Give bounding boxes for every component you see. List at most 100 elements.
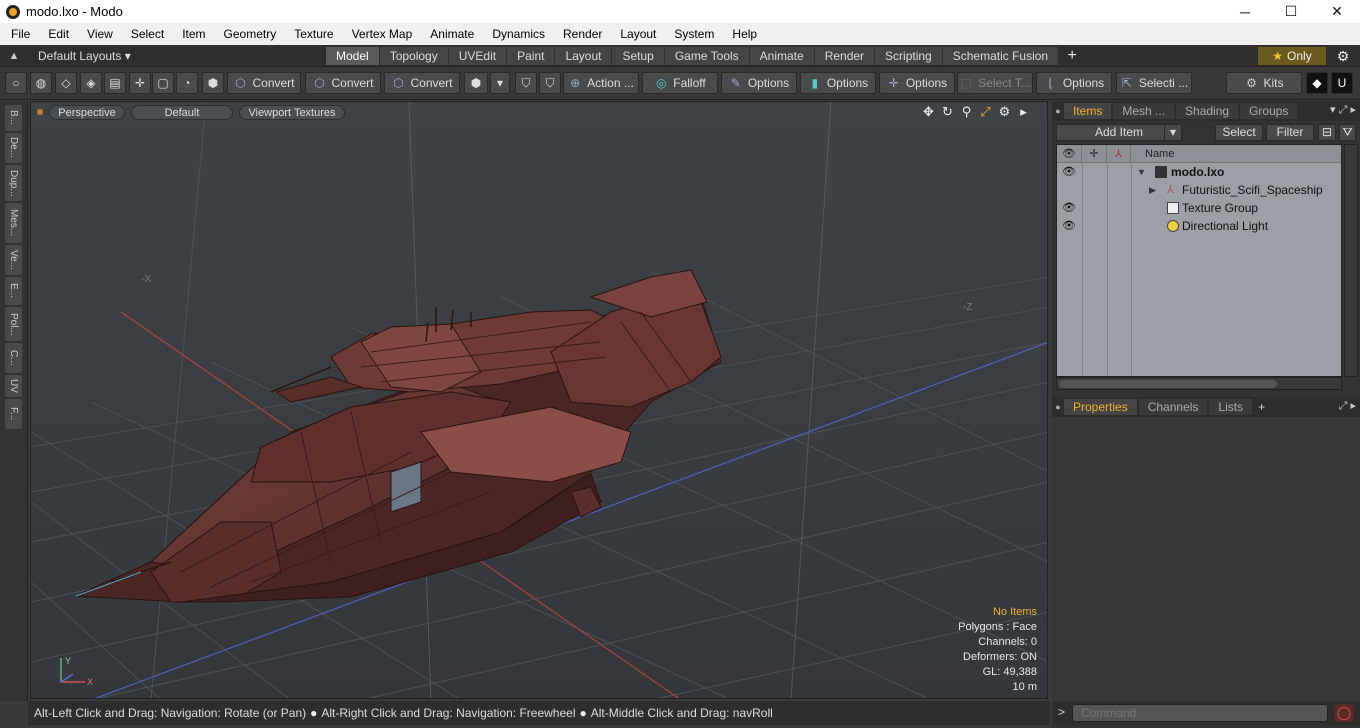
tool-tab-basic[interactable]: B...	[5, 105, 22, 131]
gear-icon[interactable]: ⚙	[1333, 46, 1353, 66]
tab-channels[interactable]: Channels	[1138, 399, 1208, 415]
selection-button[interactable]: ⇱ Selecti ...	[1116, 72, 1192, 94]
lock-column-icon[interactable]: ✛	[1082, 145, 1107, 163]
tab-layout[interactable]: Layout	[555, 46, 612, 65]
tab-schematic-fusion[interactable]: Schematic Fusion	[942, 46, 1059, 65]
menu-vertex-map[interactable]: Vertex Map	[343, 27, 422, 41]
tool-tab-mesh-edit[interactable]: Mes...	[5, 203, 22, 243]
tab-properties[interactable]: Properties	[1064, 399, 1137, 415]
minimize-button[interactable]: ─	[1222, 0, 1268, 23]
menu-select[interactable]: Select	[122, 27, 173, 41]
tab-game-tools[interactable]: Game Tools	[664, 46, 749, 65]
menu-view[interactable]: View	[78, 27, 122, 41]
viewport-menu-arrow-icon[interactable]: ▸	[1014, 104, 1033, 120]
tab-topology[interactable]: Topology	[379, 46, 448, 65]
item-select-icon[interactable]: ◈	[80, 72, 102, 94]
rotate-icon[interactable]: ↻	[938, 104, 957, 120]
panel-options-dot[interactable]: ●	[1052, 106, 1064, 116]
viewport-gear-icon[interactable]: ⚙	[995, 104, 1014, 120]
maximize-viewport-icon[interactable]: ⤢	[976, 104, 995, 120]
chevron-down-icon[interactable]: ▾	[490, 72, 510, 94]
workplane-shield-icon[interactable]: ⛉	[539, 72, 561, 94]
tool-tab-deform[interactable]: De...	[5, 133, 22, 163]
select-through-button[interactable]: ⬚ Select T...	[957, 72, 1033, 94]
tab-mesh[interactable]: Mesh ...	[1113, 103, 1175, 119]
view-mode-dropdown[interactable]: Perspective	[49, 104, 125, 120]
tab-paint[interactable]: Paint	[507, 46, 555, 65]
visibility-eye-icon[interactable]: 👁	[1062, 199, 1076, 217]
menu-animate[interactable]: Animate	[421, 27, 483, 41]
items-horizontal-scrollbar[interactable]	[1056, 377, 1342, 390]
maximize-button[interactable]: ☐	[1268, 0, 1314, 23]
polygon-select-icon[interactable]: ◇	[55, 72, 77, 94]
viewport-options-dot[interactable]	[37, 109, 43, 115]
pan-move-icon[interactable]: ✥	[919, 104, 938, 120]
tree-row-scene[interactable]: 👁 ▼ modo.lxo	[1057, 163, 1341, 181]
add-tab-plus-icon[interactable]: +	[1258, 400, 1265, 414]
3d-viewport[interactable]: -X -Z Perspective Default Viewport Textu…	[30, 101, 1048, 699]
unreal-icon[interactable]: U	[1331, 72, 1353, 94]
edge-mode-icon[interactable]: ◔	[176, 72, 198, 94]
panel-expand-icon[interactable]: ⤢ ▸	[1339, 399, 1356, 413]
visibility-eye-icon[interactable]: 👁	[1062, 163, 1076, 181]
collapse-list-icon[interactable]: ⊟	[1318, 124, 1336, 141]
menu-system[interactable]: System	[665, 27, 723, 41]
tree-row-mesh[interactable]: ▶ ⅄ Futuristic_Scifi_Spaceship	[1057, 181, 1341, 199]
expand-triangle-down-icon[interactable]: ▼	[1137, 163, 1146, 181]
tab-render[interactable]: Render	[814, 46, 875, 65]
collapse-arrow-icon[interactable]: ▲	[0, 50, 28, 62]
tree-row-texture-group[interactable]: 👁 Texture Group	[1057, 199, 1341, 217]
menu-item[interactable]: Item	[173, 27, 214, 41]
pivot-select-icon[interactable]: ✛	[129, 72, 151, 94]
menu-render[interactable]: Render	[554, 27, 611, 41]
convert-button-2[interactable]: ⬡ Convert	[305, 72, 381, 94]
options-button-2[interactable]: ▮ Options	[800, 72, 876, 94]
options-button-3[interactable]: ✛ Options	[879, 72, 955, 94]
menu-dynamics[interactable]: Dynamics	[483, 27, 554, 41]
visibility-eye-icon[interactable]: 👁	[1062, 217, 1076, 235]
shading-dropdown[interactable]: Default	[131, 104, 233, 120]
add-tab-plus-icon[interactable]: +	[1059, 47, 1085, 65]
tree-row-directional-light[interactable]: 👁 Directional Light	[1057, 217, 1341, 235]
visibility-column-eye-icon[interactable]: 👁	[1057, 145, 1082, 163]
tab-uvedit[interactable]: UVEdit	[448, 46, 507, 65]
tab-scripting[interactable]: Scripting	[875, 46, 942, 65]
menu-texture[interactable]: Texture	[285, 27, 342, 41]
menu-layout[interactable]: Layout	[611, 27, 665, 41]
edge-select-icon[interactable]: ◍	[30, 72, 52, 94]
cube-icon[interactable]: ⬢	[464, 72, 488, 94]
items-vertical-scrollbar[interactable]	[1344, 144, 1358, 377]
falloff-button[interactable]: ◎ Falloff	[642, 72, 718, 94]
options-button-4[interactable]: ⌊ Options	[1036, 72, 1112, 94]
tab-model[interactable]: Model	[326, 46, 379, 65]
material-select-icon[interactable]: ▤	[104, 72, 126, 94]
tool-tab-duplicate[interactable]: Dup...	[5, 165, 22, 201]
name-column-header[interactable]: Name	[1131, 145, 1341, 163]
record-macro-icon[interactable]: ◯	[1334, 704, 1354, 722]
filter-button[interactable]: Filter	[1266, 124, 1314, 141]
tool-tab-vertex[interactable]: Ve...	[5, 245, 22, 275]
tab-setup[interactable]: Setup	[612, 46, 664, 65]
type-column-icon[interactable]: ⅄	[1107, 145, 1131, 163]
symmetry-shield-icon[interactable]: ⛉	[515, 72, 537, 94]
tab-groups[interactable]: Groups	[1240, 103, 1298, 119]
tool-tab-uv[interactable]: UV	[5, 375, 22, 397]
center-select-icon[interactable]: ▢	[152, 72, 174, 94]
only-toggle-button[interactable]: ★ Only	[1258, 47, 1326, 65]
default-layouts-dropdown[interactable]: Default Layouts ▾	[28, 49, 326, 63]
tab-items[interactable]: Items	[1064, 103, 1112, 119]
command-input[interactable]	[1072, 704, 1328, 722]
add-item-chevron-down-icon[interactable]: ▾	[1164, 124, 1182, 141]
viewport-textures-dropdown[interactable]: Viewport Textures	[239, 104, 345, 120]
panel-expand-icon[interactable]: ▾ ⤢ ▸	[1330, 103, 1356, 117]
tab-shading[interactable]: Shading	[1176, 103, 1239, 119]
menu-help[interactable]: Help	[723, 27, 766, 41]
tab-lists[interactable]: Lists	[1209, 399, 1253, 415]
tool-tab-polygon[interactable]: Pol...	[5, 307, 22, 341]
convert-button-1[interactable]: ⬡ Convert	[227, 72, 301, 94]
vertex-select-icon[interactable]: ○	[5, 72, 27, 94]
menu-geometry[interactable]: Geometry	[215, 27, 286, 41]
kits-button[interactable]: ⚙ Kits	[1226, 72, 1302, 94]
menu-file[interactable]: File	[0, 27, 39, 41]
expand-triangle-right-icon[interactable]: ▶	[1149, 181, 1156, 199]
